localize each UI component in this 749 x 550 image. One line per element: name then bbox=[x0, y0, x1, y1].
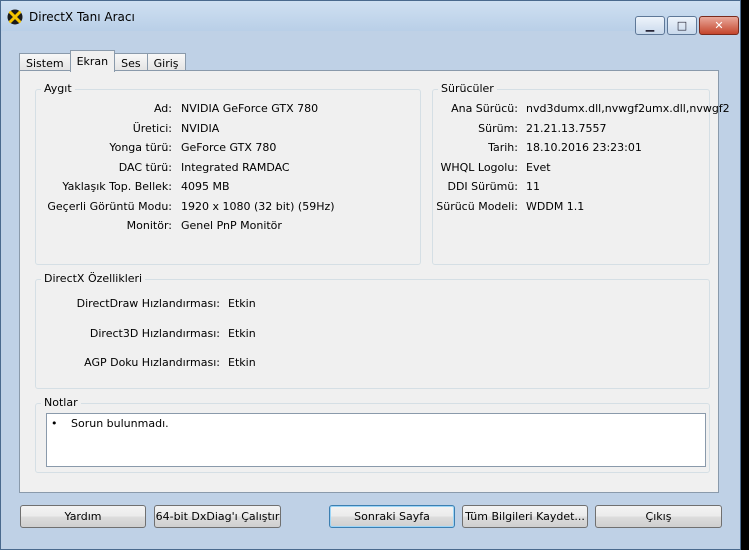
directx-app-icon bbox=[7, 9, 23, 25]
exit-button[interactable]: Çıkış bbox=[595, 505, 722, 528]
main-driver-label: Ana Sürücü: bbox=[451, 102, 518, 115]
driver-version-label: Sürüm: bbox=[478, 122, 518, 135]
ddi-version-value: 11 bbox=[526, 180, 540, 193]
next-page-button[interactable]: Sonraki Sayfa bbox=[329, 505, 455, 528]
display-mode-label: Geçerli Görüntü Modu: bbox=[47, 200, 172, 213]
direct3d-label: Direct3D Hızlandırması: bbox=[89, 327, 220, 340]
notes-textbox[interactable]: • Sorun bulunmadı. bbox=[46, 413, 706, 467]
driver-model-label: Sürücü Modeli: bbox=[436, 200, 518, 213]
directdraw-label: DirectDraw Hızlandırması: bbox=[76, 297, 220, 310]
directdraw-value: Etkin bbox=[228, 297, 256, 310]
chip-type-label: Yonga türü: bbox=[109, 141, 172, 154]
driver-date-label: Tarih: bbox=[488, 141, 518, 154]
device-name-label: Ad: bbox=[153, 102, 172, 115]
driver-date-value: 18.10.2016 23:23:01 bbox=[526, 141, 642, 154]
manufacturer-value: NVIDIA bbox=[181, 122, 220, 135]
tab-ekran[interactable]: Ekran bbox=[69, 50, 116, 72]
notes-bullet: • bbox=[51, 417, 58, 430]
window-title: DirectX Tanı Aracı bbox=[29, 10, 135, 24]
dxdiag-window: DirectX Tanı Aracı ▁ □ ✕ Sistem Ekran Se… bbox=[0, 0, 741, 550]
monitor-value: Genel PnP Monitör bbox=[181, 219, 282, 232]
memory-value: 4095 MB bbox=[181, 180, 230, 193]
memory-label: Yaklaşık Top. Bellek: bbox=[62, 180, 172, 193]
driver-version-value: 21.21.13.7557 bbox=[526, 122, 607, 135]
agp-label: AGP Doku Hızlandırması: bbox=[84, 356, 220, 369]
tab-strip: Sistem Ekran Ses Giriş bbox=[19, 50, 186, 72]
features-group-title: DirectX Özellikleri bbox=[41, 272, 146, 285]
main-driver-value: nvd3dumx.dll,nvwgf2umx.dll,nvwgf2 bbox=[526, 102, 730, 115]
chip-type-value: GeForce GTX 780 bbox=[181, 141, 277, 154]
help-button[interactable]: Yardım bbox=[20, 505, 146, 528]
minimize-button[interactable]: ▁ bbox=[635, 16, 665, 35]
title-bar[interactable]: DirectX Tanı Aracı ▁ □ ✕ bbox=[1, 1, 740, 35]
dac-type-value: Integrated RAMDAC bbox=[181, 161, 290, 174]
direct3d-value: Etkin bbox=[228, 327, 256, 340]
whql-value: Evet bbox=[526, 161, 551, 174]
notes-text: Sorun bulunmadı. bbox=[71, 417, 169, 430]
maximize-icon: □ bbox=[676, 19, 688, 32]
drivers-group: Sürücüler Ana Sürücü: nvd3dumx.dll,nvwgf… bbox=[432, 82, 730, 265]
close-icon: ✕ bbox=[714, 19, 724, 32]
notes-group-title: Notlar bbox=[41, 396, 81, 409]
notes-group: Notlar • Sorun bulunmadı. bbox=[35, 396, 710, 473]
save-all-info-button[interactable]: Tüm Bilgileri Kaydet... bbox=[462, 505, 588, 528]
maximize-button[interactable]: □ bbox=[667, 16, 697, 35]
ddi-version-label: DDI Sürümü: bbox=[447, 180, 518, 193]
close-button[interactable]: ✕ bbox=[699, 16, 739, 35]
dac-type-label: DAC türü: bbox=[118, 161, 172, 174]
agp-value: Etkin bbox=[228, 356, 256, 369]
drivers-group-title: Sürücüler bbox=[438, 82, 497, 95]
minimize-icon: ▁ bbox=[645, 19, 655, 32]
manufacturer-label: Üretici: bbox=[132, 122, 172, 135]
display-mode-value: 1920 x 1080 (32 bit) (59Hz) bbox=[181, 200, 335, 213]
device-group: Aygıt Ad: NVIDIA GeForce GTX 780 Üretici… bbox=[35, 82, 421, 265]
driver-model-value: WDDM 1.1 bbox=[526, 200, 585, 213]
whql-label: WHQL Logolu: bbox=[440, 161, 518, 174]
monitor-label: Monitör: bbox=[126, 219, 172, 232]
device-group-title: Aygıt bbox=[41, 82, 75, 95]
device-name-value: NVIDIA GeForce GTX 780 bbox=[181, 102, 319, 115]
run-64bit-dxdiag-button[interactable]: 64-bit DxDiag'ı Çalıştır bbox=[154, 505, 281, 528]
directx-features-group: DirectX Özellikleri DirectDraw Hızlandır… bbox=[35, 272, 710, 389]
display-tab-page: Aygıt Ad: NVIDIA GeForce GTX 780 Üretici… bbox=[19, 70, 730, 493]
